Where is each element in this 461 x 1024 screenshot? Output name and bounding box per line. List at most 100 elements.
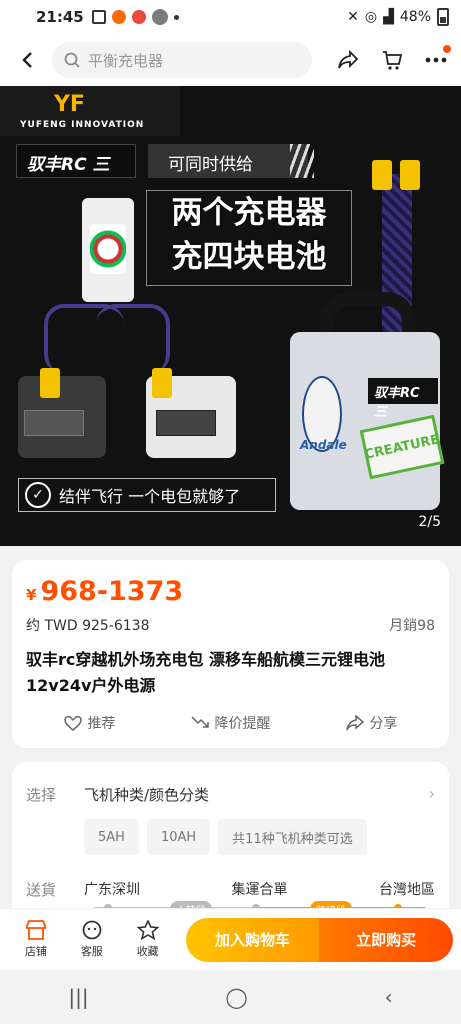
- brand-block: YF YUFENG INNOVATION: [0, 86, 180, 136]
- more-button[interactable]: [421, 45, 451, 75]
- monthly-sales: 月銷98: [389, 618, 435, 634]
- price: ¥ 968-1373: [26, 576, 435, 607]
- andale-logo: Andale: [300, 438, 347, 452]
- cart-icon: [383, 51, 403, 70]
- ship-destination: 台灣地區: [379, 882, 435, 898]
- shop-button[interactable]: 店铺: [8, 920, 64, 959]
- add-to-cart-button[interactable]: 加入购物车: [185, 917, 320, 962]
- option-10ah[interactable]: 10AH: [146, 819, 211, 855]
- plug-icon: [40, 368, 60, 398]
- favorite-label: 收藏: [136, 945, 159, 958]
- select-label: 选择: [26, 786, 57, 804]
- line-icon: [151, 9, 168, 25]
- plug-icon: [152, 368, 172, 398]
- slogan-bar: ✓ 结伴飞行 一个电包就够了: [18, 478, 276, 512]
- share-icon: [345, 715, 364, 731]
- twd-row: 约 TWD 925-6138 月銷98: [26, 615, 435, 635]
- status-notification-icons: [91, 9, 179, 25]
- recents-button[interactable]: |||: [68, 985, 88, 1009]
- check-icon: ✓: [25, 482, 51, 508]
- mute-icon: ✕: [347, 9, 359, 25]
- system-nav-bar: ||| ◯ ‹: [0, 970, 461, 1024]
- share-button[interactable]: 分享: [345, 713, 398, 733]
- variant-select-row[interactable]: 选择 飞机种类/颜色分类 ›: [26, 784, 435, 805]
- spec-card: 选择 飞机种类/颜色分类 › 5AH 10AH 共11种飞机种类可选 送貨 广东…: [12, 762, 449, 922]
- search-input[interactable]: 平衡充电器: [52, 42, 312, 78]
- app-notification-icon: [111, 10, 126, 24]
- option-5ah[interactable]: 5AH: [84, 819, 139, 855]
- signal-icon: ▟: [383, 9, 394, 25]
- system-back-button[interactable]: ‹: [385, 985, 393, 1009]
- variant-options: 5AH 10AH 共11种飞机种类可选: [84, 819, 435, 855]
- hotspot-icon: ◎: [364, 9, 378, 25]
- service-label: 客服: [80, 945, 103, 958]
- recommend-button[interactable]: 推荐: [63, 713, 116, 733]
- tagline: 可同时供给: [148, 144, 308, 178]
- favorite-button[interactable]: 收藏: [120, 920, 176, 959]
- battery-percent: 48%: [399, 9, 431, 25]
- share-nav-button[interactable]: [333, 45, 363, 75]
- more-icon: [425, 57, 447, 63]
- cable-right: [96, 304, 170, 374]
- price-alert-label: 降价提醒: [214, 716, 271, 732]
- select-value: 飞机种类/颜色分类: [84, 786, 210, 804]
- yufeng-logo-icon: YF: [54, 92, 85, 117]
- price-card: ¥ 968-1373 约 TWD 925-6138 月銷98 驭丰rc穿越机外场…: [12, 560, 449, 748]
- slogan-text: 结伴飞行 一个电包就够了: [59, 487, 241, 506]
- search-icon: [64, 52, 80, 68]
- battery-icon: [437, 8, 449, 26]
- ship-consolidation: 集運合單: [231, 882, 288, 898]
- nav-icons: [333, 45, 451, 75]
- ship-names: 广东深圳 集運合單 台灣地區: [84, 879, 435, 899]
- shop-label: 店铺: [24, 945, 47, 958]
- ship-origin: 广东深圳: [84, 882, 140, 898]
- cart-nav-button[interactable]: [377, 45, 407, 75]
- option-more[interactable]: 共11种飞机种类可选: [218, 819, 367, 855]
- chevron-left-icon: [22, 52, 32, 68]
- headline-line-2: 充四块电池: [171, 239, 327, 275]
- charger-image: [82, 198, 134, 302]
- share-icon: [338, 50, 359, 69]
- status-bar: 21:45 ✕ ◎ ▟ 48%: [0, 0, 461, 34]
- service-button[interactable]: 客服: [64, 920, 120, 959]
- top-nav: 平衡充电器: [0, 34, 461, 86]
- product-image[interactable]: YF YUFENG INNOVATION 驭丰RC 三 可同时供给 两个充电器 …: [0, 86, 461, 546]
- trend-down-icon: [190, 716, 209, 728]
- ship-label: 送貨: [26, 881, 57, 899]
- product-title: 驭丰rc穿越机外场充电包 漂移车船航模三元锂电池12v24v户外电源: [26, 650, 385, 695]
- more-notifications-dot: [173, 14, 179, 20]
- status-right: ✕ ◎ ▟ 48%: [347, 8, 449, 26]
- back-button[interactable]: [10, 42, 46, 78]
- heart-icon: [63, 715, 82, 731]
- gallery-icon: [91, 10, 106, 24]
- plug-icon: [400, 160, 420, 190]
- search-placeholder: 平衡充电器: [88, 51, 164, 70]
- chat-bubble-icon: [82, 920, 102, 940]
- headline: 两个充电器 充四块电池: [146, 190, 352, 286]
- product-actions: 推荐 降价提醒 分享: [26, 713, 435, 733]
- chevron-right-icon: ›: [428, 784, 435, 803]
- buy-now-button[interactable]: 立即购买: [319, 917, 453, 962]
- notification-dot: [443, 45, 451, 53]
- stripes-decoration: [290, 144, 314, 178]
- star-icon: [136, 920, 159, 940]
- price-alert-button[interactable]: 降价提醒: [190, 713, 271, 733]
- image-pager: 2/5: [418, 514, 441, 530]
- home-button[interactable]: ◯: [225, 985, 247, 1009]
- recommend-label: 推荐: [87, 716, 116, 732]
- brand-badge: 驭丰RC 三: [16, 144, 136, 178]
- battery-black-image: [18, 376, 106, 458]
- store-icon: [26, 920, 46, 940]
- pack-label: 驭丰RC 三: [368, 378, 438, 420]
- share-label: 分享: [369, 716, 398, 732]
- brand-name: YUFENG INNOVATION: [20, 120, 145, 130]
- charger-label: [90, 224, 126, 274]
- currency-symbol: ¥: [26, 586, 37, 604]
- price-range: 968-1373: [40, 576, 184, 607]
- headline-line-1: 两个充电器: [171, 195, 327, 231]
- app-notification-icon-2: [131, 10, 146, 24]
- twd-price: 约 TWD 925-6138: [26, 618, 150, 634]
- status-time: 21:45: [36, 8, 84, 26]
- plug-icon: [372, 160, 392, 190]
- bottom-action-bar: 店铺 客服 收藏 加入购物车 立即购买: [0, 908, 461, 970]
